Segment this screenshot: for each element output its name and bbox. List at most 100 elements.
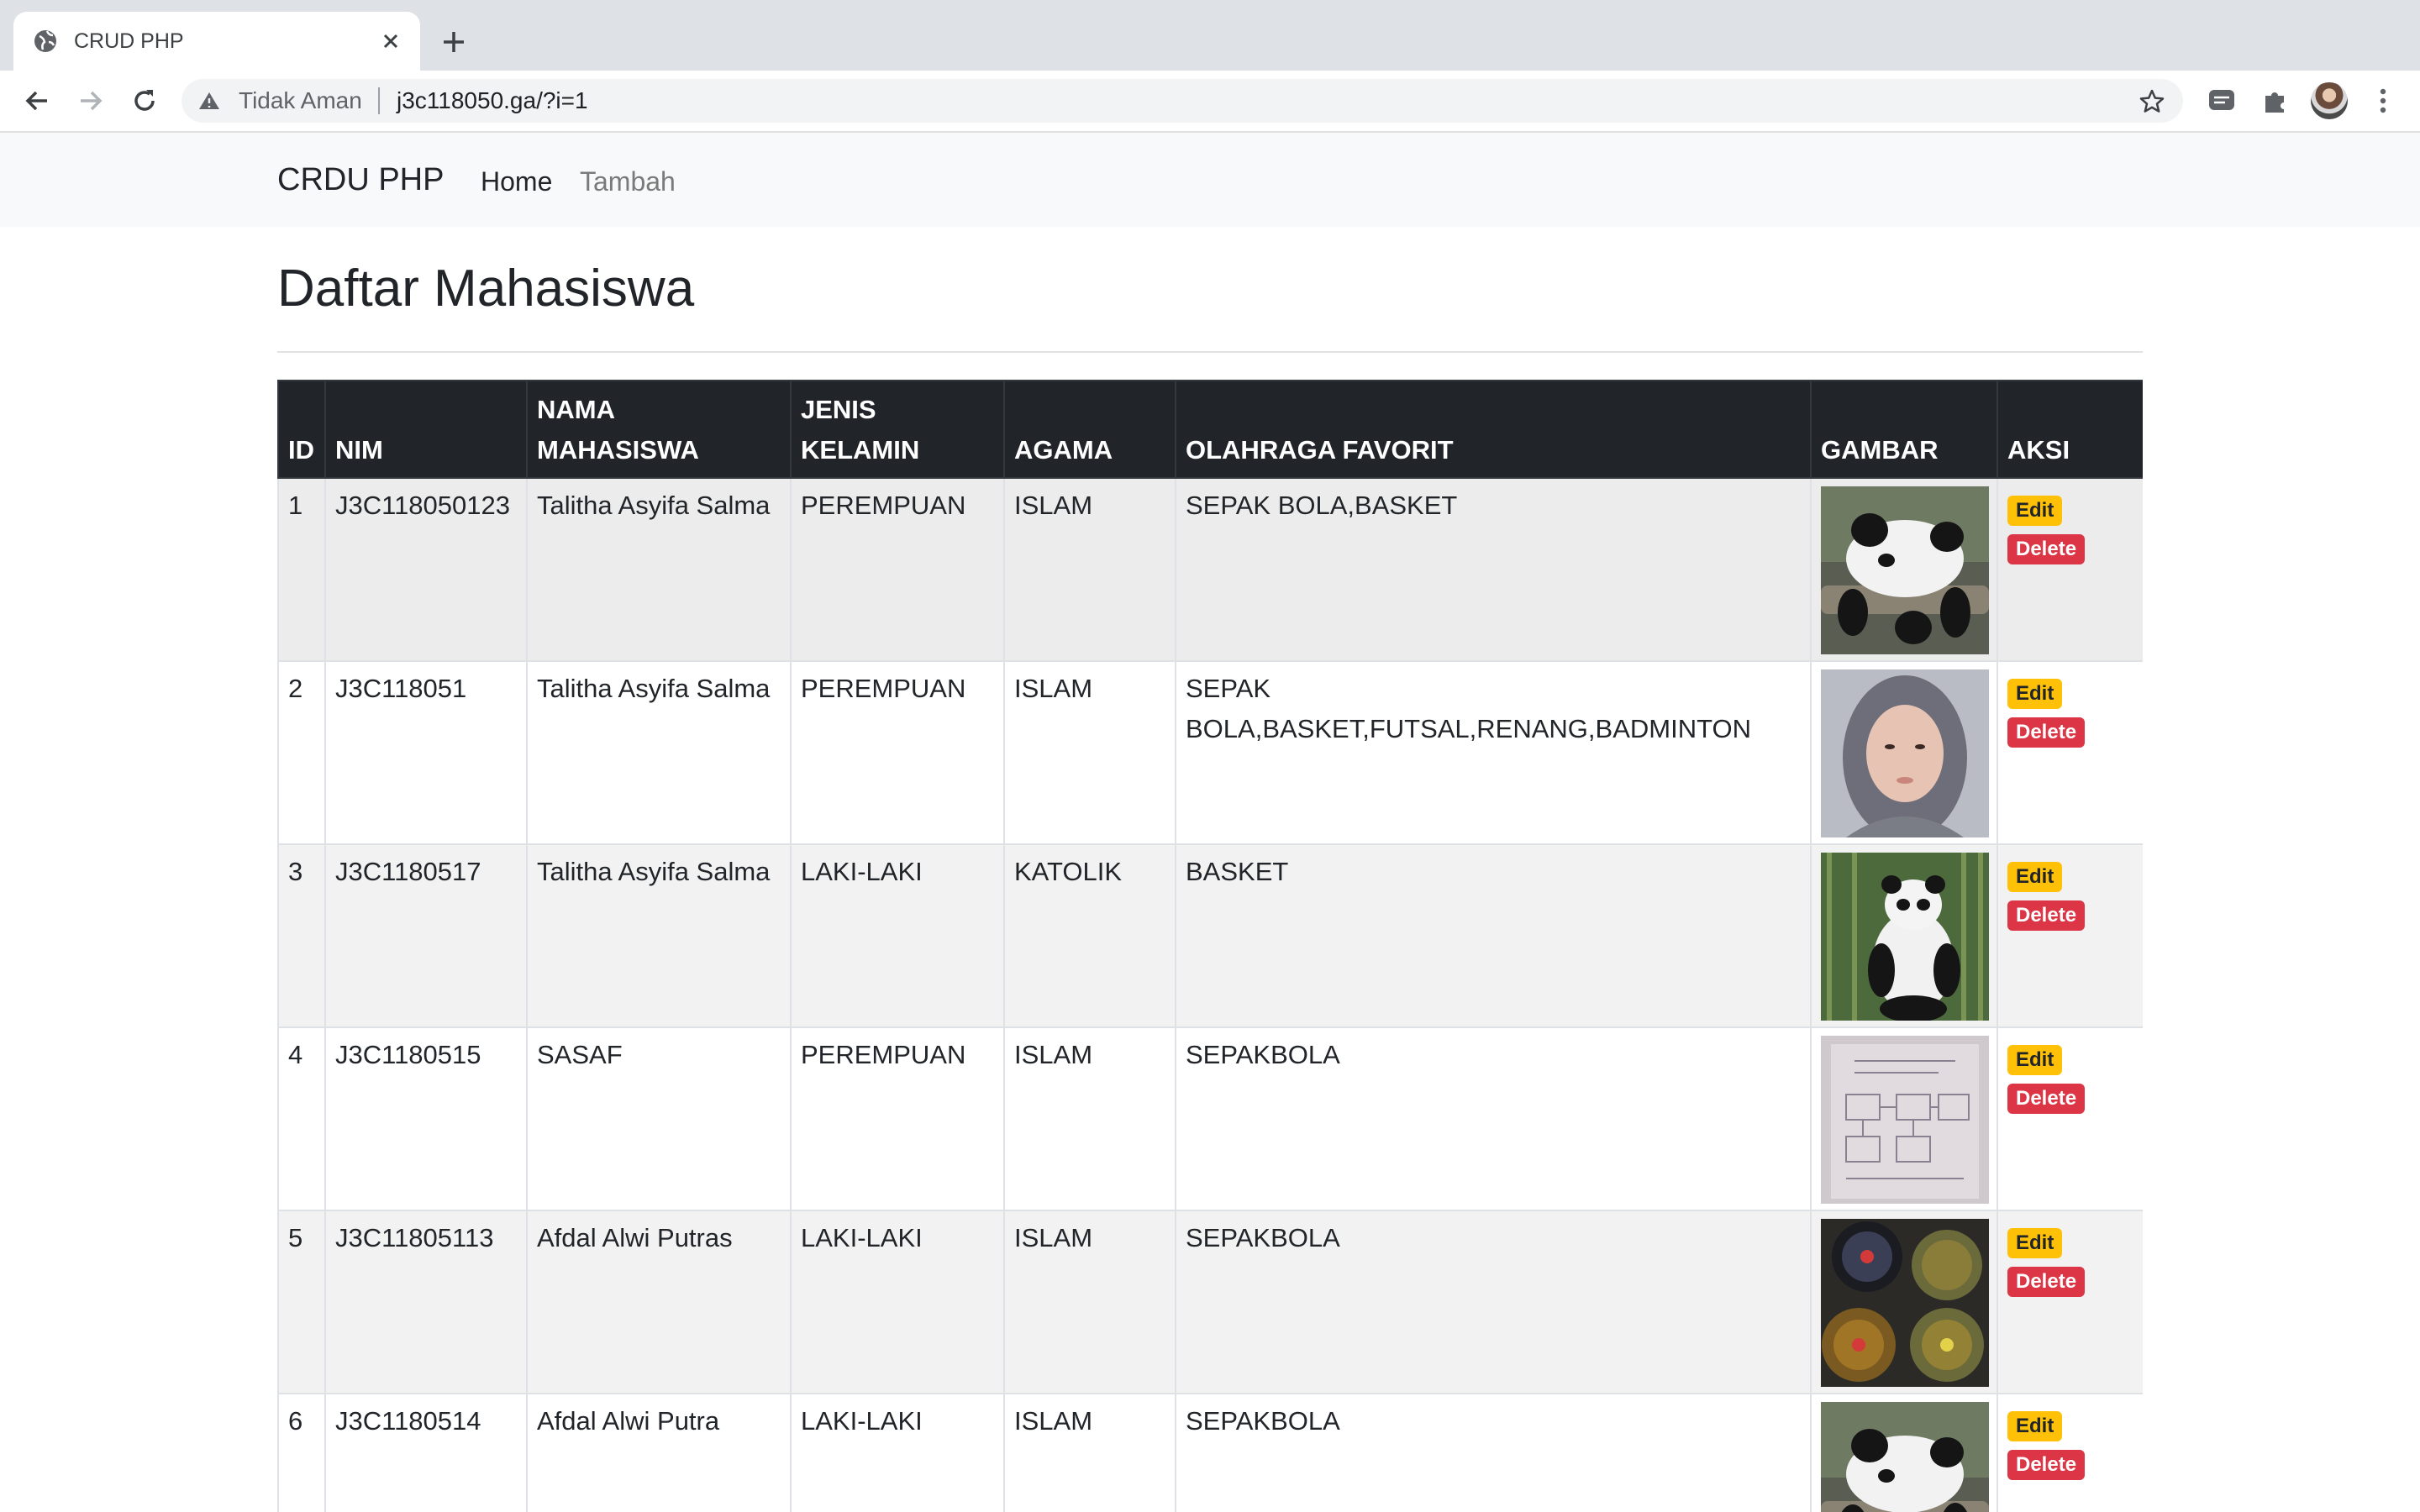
new-tab-icon[interactable]	[437, 25, 471, 59]
cell-id: 2	[277, 660, 326, 845]
navbar-brand[interactable]: CRDU PHP	[277, 161, 444, 198]
thumbnail-image	[1821, 1036, 1989, 1204]
edit-button[interactable]: Edit	[2007, 862, 2063, 892]
table-row: 1 J3C118050123 Talitha Asyifa Salma PEREMPU…	[277, 477, 2143, 662]
cell-aksi: Edit Delete	[1996, 660, 2143, 845]
security-label[interactable]: Tidak Aman	[239, 88, 362, 113]
delete-button[interactable]: Delete	[2007, 900, 2086, 931]
cell-nama: Afdal Alwi Putras	[526, 1210, 792, 1394]
cell-olahraga: SEPAK BOLA,BASKET,FUTSAL,RENANG,BADMINTO…	[1175, 660, 1812, 845]
cell-id: 6	[277, 1393, 326, 1512]
column-header-olahraga: OLAHRAGA FAVORIT	[1175, 380, 1812, 479]
cell-olahraga: BASKET	[1175, 843, 1812, 1028]
cell-jenis-kelamin: PEREMPUAN	[790, 660, 1005, 845]
column-header-jenis-kelamin: JENIS KELAMIN	[790, 380, 1005, 479]
edit-button[interactable]: Edit	[2007, 679, 2063, 709]
thumbnail-image	[1821, 1219, 1989, 1387]
cell-gambar	[1810, 1210, 1998, 1394]
cell-id: 1	[277, 477, 326, 662]
thumbnail-image	[1821, 669, 1989, 837]
bookmark-star-icon[interactable]	[2138, 87, 2166, 116]
action-group: Edit Delete	[2007, 669, 2133, 748]
close-icon[interactable]	[376, 27, 405, 55]
reload-icon[interactable]	[126, 82, 163, 119]
cell-jenis-kelamin: PEREMPUAN	[790, 477, 1005, 662]
cell-olahraga: SEPAKBOLA	[1175, 1026, 1812, 1211]
action-group: Edit Delete	[2007, 1218, 2133, 1297]
column-header-aksi: AKSI	[1996, 380, 2143, 479]
edit-button[interactable]: Edit	[2007, 496, 2063, 526]
cell-agama: ISLAM	[1003, 477, 1176, 662]
menu-kebab-icon[interactable]	[2366, 84, 2400, 118]
cell-agama: ISLAM	[1003, 660, 1176, 845]
tab-title: CRUD PHP	[74, 29, 184, 53]
action-group: Edit Delete	[2007, 486, 2133, 564]
address-bar[interactable]: Tidak Aman j3c118050.ga/?i=1	[182, 79, 2183, 123]
url-text[interactable]: j3c118050.ga/?i=1	[397, 88, 588, 113]
column-header-nim: NIM	[324, 380, 528, 479]
cell-gambar	[1810, 660, 1998, 845]
browser-tab[interactable]: CRUD PHP	[13, 12, 420, 71]
delete-button[interactable]: Delete	[2007, 1450, 2086, 1480]
student-table: ID NIM NAMA MAHASISWA JENIS KELAMIN AGAM…	[277, 380, 2143, 1512]
cell-nama: Afdal Alwi Putra	[526, 1393, 792, 1512]
delete-button[interactable]: Delete	[2007, 534, 2086, 564]
cell-jenis-kelamin: PEREMPUAN	[790, 1026, 1005, 1211]
thumbnail-image	[1821, 1402, 1989, 1512]
cell-gambar	[1810, 843, 1998, 1028]
cell-gambar	[1810, 1026, 1998, 1211]
globe-icon	[34, 30, 56, 52]
cell-nim: J3C11805113	[324, 1210, 528, 1394]
cell-aksi: Edit Delete	[1996, 477, 2143, 662]
cell-nim: J3C1180514	[324, 1393, 528, 1512]
table-row: 5 J3C11805113 Afdal Alwi Putras LAKI-LAKI IS…	[277, 1210, 2143, 1394]
cell-nim: J3C1180517	[324, 843, 528, 1028]
table-header-row: ID NIM NAMA MAHASISWA JENIS KELAMIN AGAM…	[277, 380, 2143, 479]
cell-olahraga: SEPAK BOLA,BASKET	[1175, 477, 1812, 662]
warning-icon[interactable]	[198, 91, 220, 111]
delete-button[interactable]: Delete	[2007, 1084, 2086, 1114]
nav-link-home[interactable]: Home	[481, 165, 552, 198]
delete-button[interactable]: Delete	[2007, 1267, 2086, 1297]
delete-button[interactable]: Delete	[2007, 717, 2086, 748]
cell-nama: SASAF	[526, 1026, 792, 1211]
student-table-container: ID NIM NAMA MAHASISWA JENIS KELAMIN AGAM…	[277, 380, 2143, 1512]
cell-agama: ISLAM	[1003, 1210, 1176, 1394]
cell-aksi: Edit Delete	[1996, 1210, 2143, 1394]
thumbnail-image	[1821, 486, 1989, 654]
column-header-gambar: GAMBAR	[1810, 380, 1998, 479]
thumbnail-image	[1821, 853, 1989, 1021]
cell-nama: Talitha Asyifa Salma	[526, 843, 792, 1028]
edit-button[interactable]: Edit	[2007, 1228, 2063, 1258]
cell-gambar	[1810, 1393, 1998, 1512]
table-row: 4 J3C1180515 SASAF PEREMPUAN ISLAM SEPAKBOLA …	[277, 1026, 2143, 1211]
browser-toolbar: Tidak Aman j3c118050.ga/?i=1	[0, 71, 2420, 133]
cell-jenis-kelamin: LAKI-LAKI	[790, 1210, 1005, 1394]
column-header-id: ID	[277, 380, 326, 479]
extension-chat-icon[interactable]	[2205, 84, 2238, 118]
cell-agama: ISLAM	[1003, 1026, 1176, 1211]
extensions-puzzle-icon[interactable]	[2259, 84, 2292, 118]
profile-avatar[interactable]	[2311, 82, 2348, 119]
cell-agama: KATOLIK	[1003, 843, 1176, 1028]
divider	[277, 351, 2143, 353]
cell-jenis-kelamin: LAKI-LAKI	[790, 1393, 1005, 1512]
page-title: Daftar Mahasiswa	[277, 260, 695, 318]
back-icon[interactable]	[18, 82, 55, 119]
edit-button[interactable]: Edit	[2007, 1045, 2063, 1075]
edit-button[interactable]: Edit	[2007, 1411, 2063, 1441]
cell-olahraga: SEPAKBOLA	[1175, 1393, 1812, 1512]
action-group: Edit Delete	[2007, 1035, 2133, 1114]
site-navbar: CRDU PHP Home Tambah	[0, 133, 2420, 227]
forward-icon[interactable]	[72, 82, 109, 119]
action-group: Edit Delete	[2007, 852, 2133, 931]
cell-aksi: Edit Delete	[1996, 843, 2143, 1028]
cell-id: 4	[277, 1026, 326, 1211]
table-row: 2 J3C118051 Talitha Asyifa Salma PEREMPUAN I…	[277, 660, 2143, 845]
omnibox-divider	[378, 87, 380, 114]
cell-jenis-kelamin: LAKI-LAKI	[790, 843, 1005, 1028]
column-header-nama: NAMA MAHASISWA	[526, 380, 792, 479]
table-row: 6 J3C1180514 Afdal Alwi Putra LAKI-LAKI ISLA…	[277, 1393, 2143, 1512]
cell-id: 5	[277, 1210, 326, 1394]
nav-link-tambah[interactable]: Tambah	[580, 165, 676, 198]
